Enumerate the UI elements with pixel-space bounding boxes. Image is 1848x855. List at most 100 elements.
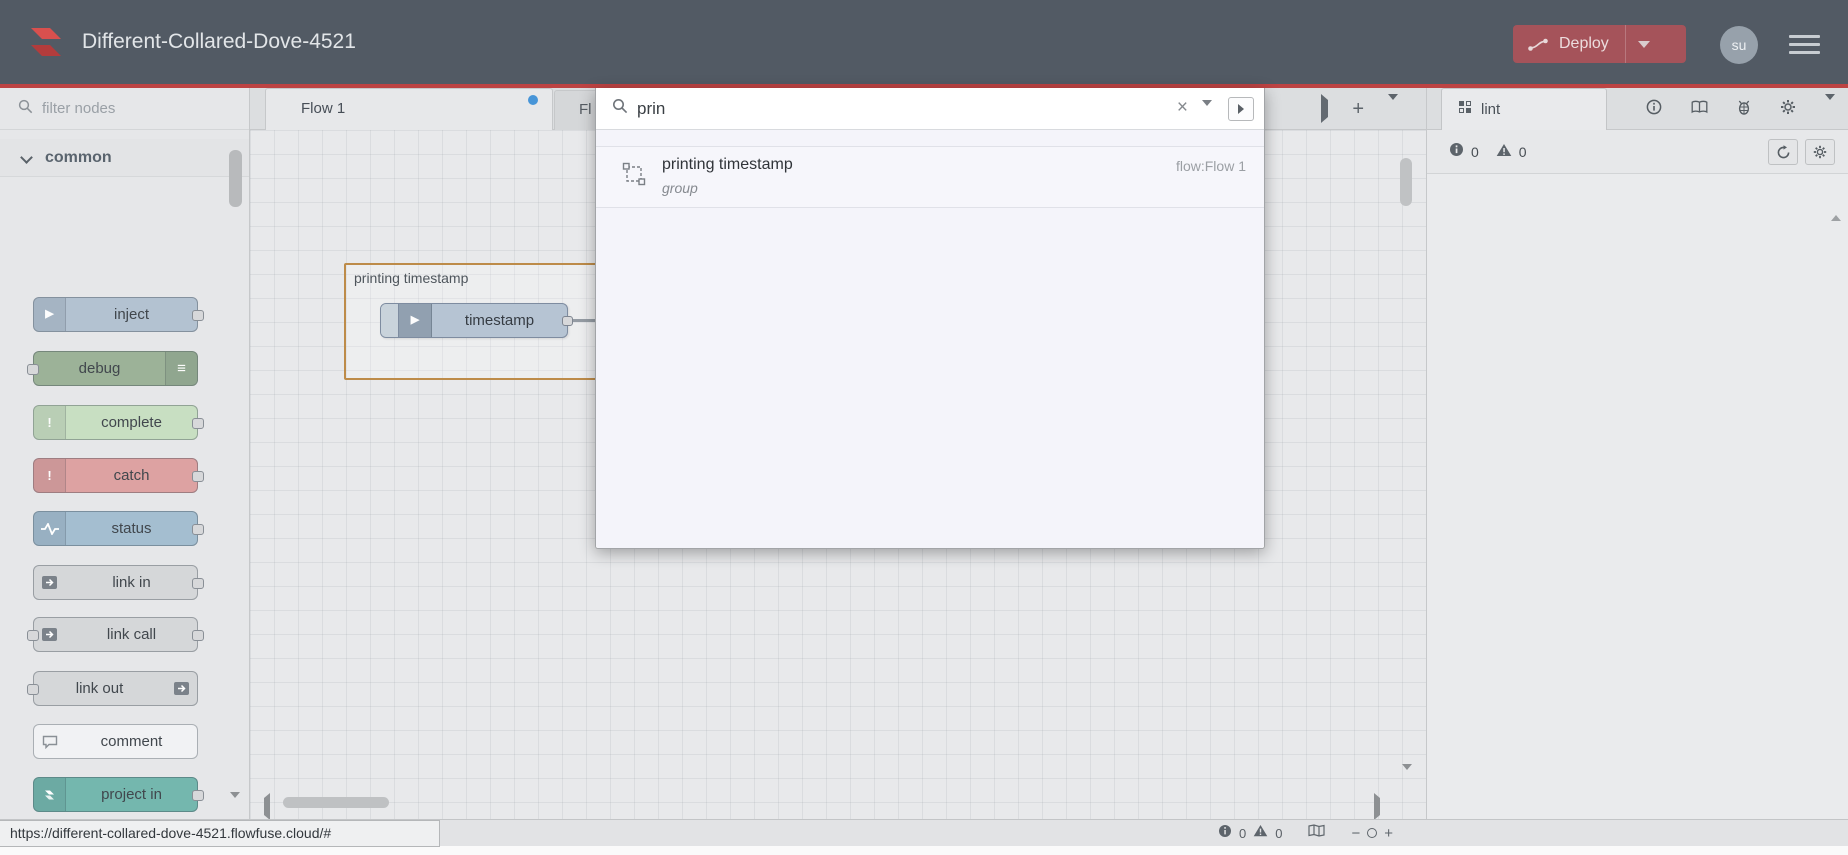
palette-node-label: complete [101,414,162,431]
settings-gear-icon[interactable] [1780,99,1796,120]
lint-settings-button[interactable] [1805,139,1835,165]
zoom-in-button[interactable]: + [1384,826,1393,841]
refresh-button[interactable] [1768,139,1798,165]
palette-scrollbar[interactable] [229,150,242,207]
help-book-icon[interactable] [1691,100,1708,119]
group-label: printing timestamp [354,270,469,286]
tab-label: Fl [579,101,592,118]
unsaved-changes-dot [528,95,538,105]
search-options-caret-icon[interactable] [1202,100,1212,124]
palette-node-label: debug [78,360,121,377]
search-icon [18,99,33,119]
search-results-list: printing timestamp group flow:Flow 1 [596,130,1264,548]
status-strip: 0 0 − + https://different-collared-dove-… [0,819,1848,847]
lint-toolbar: 0 0 [1427,130,1848,174]
palette-node-label: project in [101,786,162,803]
debug-icon: ≡ [165,352,197,385]
sidebar-menu-caret-icon[interactable] [1825,94,1835,118]
canvas-hscrollbar[interactable] [283,797,389,808]
chevron-down-icon [20,151,33,164]
catch-icon: ! [34,459,66,492]
group-icon [622,162,646,191]
canvas-vscrollbar[interactable] [1400,158,1412,206]
node-red-editor: Different-Collared-Dove-4521 Deploy su c… [0,0,1848,855]
project-in-icon [34,778,66,811]
footer-warning-icon[interactable] [1253,824,1268,842]
input-port [27,630,39,641]
search-result-item[interactable]: printing timestamp group flow:Flow 1 [596,146,1264,208]
user-avatar[interactable]: su [1720,26,1758,64]
palette-node-link-out[interactable]: link out [27,671,198,706]
tab-flow-1[interactable]: Flow 1 [265,88,553,130]
canvas-scroll-right-icon[interactable] [1374,793,1380,820]
warning-count-icon[interactable] [1496,143,1512,162]
lint-counts: 0 0 [1449,130,1537,174]
inject-node-timestamp[interactable]: ▶ timestamp [380,303,573,338]
sidebar-tab-label: lint [1481,101,1501,118]
palette-node-label: link call [106,626,157,643]
node-palette: common ▶ inject debug ≡ ! complete ! cat… [0,88,250,819]
deploy-label: Deploy [1559,35,1609,52]
panel-scroll-up-icon[interactable] [1831,198,1841,221]
info-count-icon[interactable] [1449,142,1464,162]
palette-node-catch[interactable]: ! catch [33,458,204,493]
node-output-port[interactable] [562,316,573,326]
debug-bug-icon[interactable] [1737,99,1751,120]
canvas-scroll-left-icon[interactable] [264,793,270,820]
sidebar-tab-lint[interactable]: lint [1441,88,1607,130]
output-port [192,471,204,482]
search-input[interactable] [637,98,1067,119]
deploy-options-caret[interactable] [1626,40,1662,48]
zoom-reset-button[interactable] [1367,828,1378,838]
info-tab-icon[interactable] [1646,99,1662,120]
footer-info-icon[interactable] [1218,824,1232,843]
palette-node-label: catch [113,467,150,484]
search-expand-button[interactable] [1228,97,1254,121]
output-port [192,790,204,801]
add-flow-button[interactable]: + [1352,99,1364,119]
inject-trigger-button[interactable] [381,304,399,337]
flowfuse-logo-icon[interactable] [24,21,68,65]
filter-nodes-input[interactable] [42,100,222,117]
clear-search-icon[interactable]: × [1177,88,1188,130]
lint-tab-icon [1458,100,1472,119]
deploy-button[interactable]: Deploy [1513,25,1686,63]
deploy-icon [1527,37,1549,52]
output-port [192,418,204,429]
palette-node-project-in[interactable]: project in [33,777,204,812]
footer-warning-count: 0 [1275,825,1283,841]
output-port [192,524,204,535]
node-label: timestamp [464,312,535,329]
result-flow-badge: flow:Flow 1 [1175,158,1246,174]
canvas-scroll-down-icon[interactable] [1402,764,1412,788]
palette-node-link-call[interactable]: link call [27,617,204,652]
right-sidebar: lint 0 0 [1426,88,1848,819]
tabbar-actions: + [1321,88,1398,130]
inject-icon: ▶ [34,298,66,331]
output-port [192,578,204,589]
palette-filter [0,88,249,130]
category-label: common [45,148,112,166]
result-subtitle: group [662,180,698,196]
palette-node-label: link out [75,680,124,697]
palette-scroll-down-icon[interactable] [230,792,240,816]
zoom-out-button[interactable]: − [1351,826,1360,841]
scroll-tabs-right-icon[interactable] [1321,94,1329,123]
flow-map-icon[interactable] [1308,824,1326,842]
palette-node-comment[interactable]: comment [33,724,198,759]
lint-panel [1427,174,1848,819]
sidebar-tab-icons [1646,88,1835,130]
type-search-dialog: × printing timestamp group flow:Flow 1 [595,88,1265,549]
link-out-icon [165,672,197,705]
flow-list-caret-icon[interactable] [1388,94,1398,118]
main-menu-icon[interactable] [1789,35,1820,54]
palette-node-status[interactable]: status [33,511,204,546]
palette-node-link-in[interactable]: link in [33,565,204,600]
output-port [192,630,204,641]
palette-node-inject[interactable]: ▶ inject [33,297,204,332]
palette-category-common[interactable]: common [0,139,249,177]
palette-node-debug[interactable]: debug ≡ [27,351,198,386]
palette-node-complete[interactable]: ! complete [33,405,204,440]
window-bottom-edge [0,846,1848,855]
link-in-icon [34,566,66,599]
